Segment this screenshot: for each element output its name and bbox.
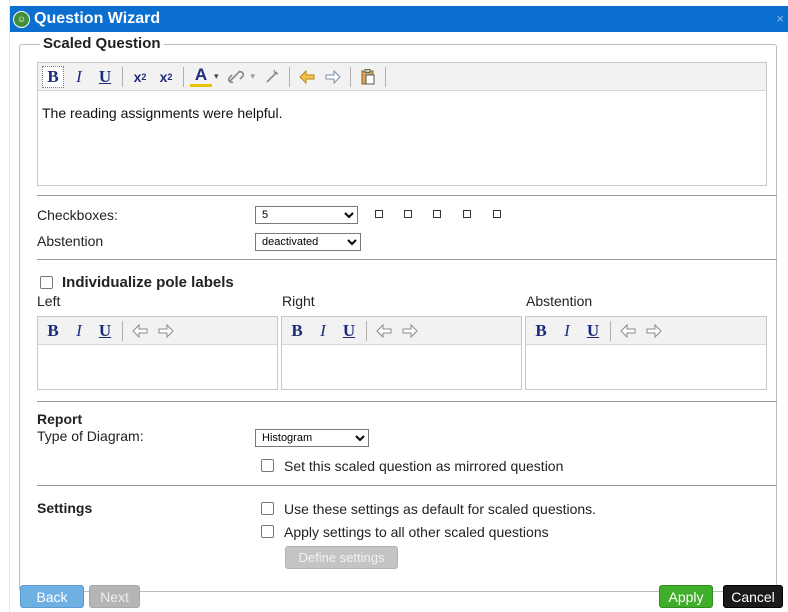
undo-icon[interactable] xyxy=(617,320,639,342)
apply-all-checkbox[interactable] xyxy=(261,525,274,538)
editor-toolbar: B I U x2 x2 A ▾ ▾ xyxy=(38,63,766,91)
individualize-pole-labels-label: Individualize pole labels xyxy=(62,274,234,291)
font-color-button[interactable]: A xyxy=(190,65,212,87)
abstention-select[interactable]: deactivated xyxy=(255,233,361,251)
italic-button[interactable]: I xyxy=(556,320,578,342)
editor-toolbar: B I U xyxy=(38,317,277,345)
bold-button[interactable]: B xyxy=(530,320,552,342)
question-wizard-dialog: Scaled Question B I U x2 x2 A ▾ ▾ The re… xyxy=(10,32,788,612)
bold-button[interactable]: B xyxy=(42,320,64,342)
superscript-index: 2 xyxy=(167,71,173,82)
toolbar-separator xyxy=(183,66,184,87)
redo-icon[interactable] xyxy=(643,320,665,342)
default-settings-label: Use these settings as default for scaled… xyxy=(284,501,597,517)
left-pole-editor: B I U xyxy=(37,316,278,390)
bold-button[interactable]: B xyxy=(42,65,64,88)
editor-toolbar: B I U xyxy=(282,317,521,345)
close-icon[interactable]: × xyxy=(776,11,784,26)
toolbar-separator xyxy=(289,66,291,87)
toolbar-separator xyxy=(122,320,123,341)
report-heading: Report xyxy=(37,411,83,427)
superscript-letter: x xyxy=(159,68,168,85)
back-button[interactable]: Back xyxy=(20,585,84,608)
divider xyxy=(37,485,777,486)
mirrored-question-label: Set this scaled question as mirrored que… xyxy=(284,458,564,474)
scale-preview-box xyxy=(404,210,412,218)
undo-icon[interactable] xyxy=(373,320,395,342)
undo-icon[interactable] xyxy=(296,66,318,88)
underline-button[interactable]: U xyxy=(582,320,604,342)
subscript-index: 2 xyxy=(141,71,147,82)
abstention-pole-text-area[interactable] xyxy=(526,345,766,373)
individualize-pole-labels-checkbox[interactable] xyxy=(40,276,53,289)
toolbar-separator xyxy=(366,320,367,341)
define-settings-button[interactable]: Define settings xyxy=(285,546,398,569)
abstention-pole-editor: B I U xyxy=(525,316,767,390)
diagram-type-select[interactable]: Histogram xyxy=(255,429,369,447)
right-pole-label: Right xyxy=(282,293,315,309)
fieldset-legend: Scaled Question xyxy=(40,35,164,52)
background-page-edge xyxy=(0,0,10,612)
app-logo-icon: ☺ xyxy=(13,10,30,28)
settings-heading: Settings xyxy=(37,500,93,516)
italic-button[interactable]: I xyxy=(68,66,90,88)
scale-preview-box xyxy=(375,210,383,218)
underline-button[interactable]: U xyxy=(94,320,116,342)
question-text-area[interactable]: The reading assignments were helpful. xyxy=(38,91,766,135)
font-color-dropdown-icon[interactable]: ▾ xyxy=(214,71,219,82)
checkboxes-label: Checkboxes: xyxy=(37,207,118,223)
diagram-type-label: Type of Diagram: xyxy=(37,428,144,444)
redo-icon[interactable] xyxy=(322,66,344,88)
question-text-editor: B I U x2 x2 A ▾ ▾ The reading assignment… xyxy=(37,62,767,186)
redo-icon[interactable] xyxy=(155,320,177,342)
left-pole-label: Left xyxy=(37,293,61,309)
link-icon[interactable] xyxy=(225,66,247,88)
underline-button[interactable]: U xyxy=(338,320,360,342)
scale-preview-box xyxy=(493,210,501,218)
unlink-icon[interactable] xyxy=(261,66,283,88)
left-pole-text-area[interactable] xyxy=(38,345,277,373)
undo-icon[interactable] xyxy=(129,320,151,342)
abstention-pole-label: Abstention xyxy=(526,293,593,309)
mirrored-question-checkbox[interactable] xyxy=(261,459,274,472)
superscript-button[interactable]: x2 xyxy=(155,66,177,88)
right-pole-editor: B I U xyxy=(281,316,522,390)
window-titlebar: ☺ Question Wizard × xyxy=(10,6,788,32)
scale-preview-box xyxy=(433,210,441,218)
default-settings-checkbox[interactable] xyxy=(261,502,274,515)
apply-button[interactable]: Apply xyxy=(659,585,713,608)
toolbar-separator xyxy=(610,320,611,341)
scale-preview-box xyxy=(463,210,471,218)
cancel-button[interactable]: Cancel xyxy=(723,585,783,608)
apply-all-label: Apply settings to all other scaled quest… xyxy=(284,524,549,540)
toolbar-separator xyxy=(350,66,352,87)
checkboxes-select[interactable]: 5 xyxy=(255,206,358,224)
bold-button[interactable]: B xyxy=(286,320,308,342)
subscript-button[interactable]: x2 xyxy=(129,66,151,88)
underline-button[interactable]: U xyxy=(94,66,116,88)
toolbar-separator xyxy=(385,66,387,87)
link-dropdown-icon[interactable]: ▾ xyxy=(251,71,256,82)
redo-icon[interactable] xyxy=(399,320,421,342)
italic-button[interactable]: I xyxy=(68,320,90,342)
divider xyxy=(37,401,777,402)
divider xyxy=(37,259,777,260)
editor-toolbar: B I U xyxy=(526,317,766,345)
right-pole-text-area[interactable] xyxy=(282,345,521,373)
subscript-letter: x xyxy=(133,68,142,85)
next-button[interactable]: Next xyxy=(89,585,140,608)
paste-icon[interactable] xyxy=(357,66,379,88)
toolbar-separator xyxy=(122,66,123,87)
italic-button[interactable]: I xyxy=(312,320,334,342)
divider xyxy=(37,195,777,196)
window-title: Question Wizard xyxy=(34,10,161,27)
abstention-label: Abstention xyxy=(37,233,104,249)
